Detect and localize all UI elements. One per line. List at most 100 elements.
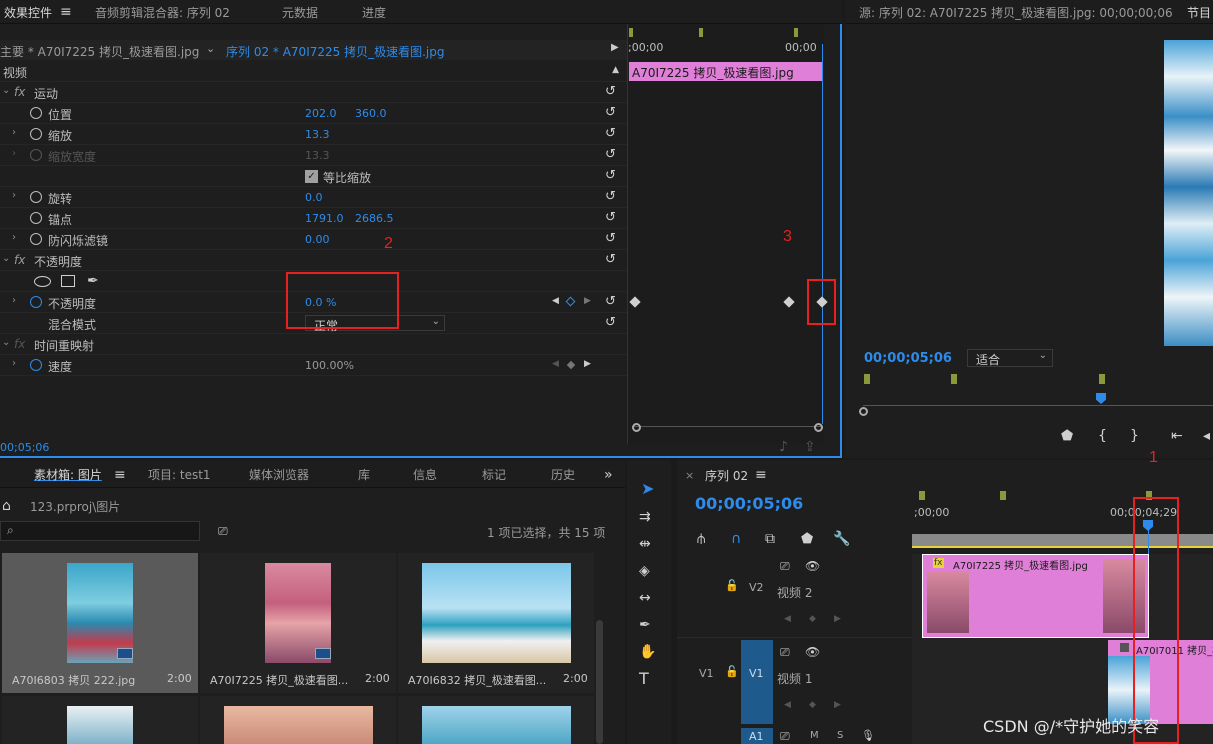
- expand-chevron-icon[interactable]: ›: [12, 232, 16, 243]
- go-to-in-icon[interactable]: ⇤: [1171, 429, 1183, 443]
- bin-item-2[interactable]: A70I7225 拷贝_极速看图... 2:00: [200, 553, 396, 693]
- bin-search-input[interactable]: ⌕: [0, 521, 200, 541]
- mark-in-icon[interactable]: {: [1098, 429, 1107, 443]
- lock-icon[interactable]: 🔓: [725, 579, 739, 593]
- track-v1-label[interactable]: V1: [749, 667, 764, 680]
- clip-bar[interactable]: A70I7225 拷贝_极速看图.jpg: [629, 62, 823, 81]
- new-search-bin-icon[interactable]: ⎚: [218, 524, 228, 538]
- razor-tool-icon[interactable]: ◈: [639, 564, 650, 578]
- reset-icon[interactable]: ↺: [605, 105, 619, 120]
- snap-magnet-icon[interactable]: ∩: [731, 532, 741, 546]
- zoom-scrollbar[interactable]: [632, 423, 823, 434]
- opacity-group-row[interactable]: ⌄ fx 不透明度 ↺: [0, 250, 627, 271]
- more-tabs-icon[interactable]: »: [604, 468, 613, 482]
- program-timecode[interactable]: 00;00;05;06: [864, 351, 952, 366]
- linked-selection-icon[interactable]: ⧉: [765, 532, 775, 546]
- keyframe-icon[interactable]: [629, 296, 641, 308]
- add-marker-icon[interactable]: ⬟: [1061, 429, 1073, 443]
- effect-timeline[interactable]: ;00;00 00;00 A70I7225 拷贝_极速看图.jpg: [627, 24, 828, 444]
- playhead-line[interactable]: [822, 44, 823, 424]
- stopwatch-icon[interactable]: [30, 191, 42, 203]
- panel-menu-icon[interactable]: ≡: [114, 468, 126, 482]
- stopwatch-icon[interactable]: [30, 212, 42, 224]
- bin-item-4[interactable]: [2, 696, 198, 744]
- mute-icon[interactable]: M: [810, 730, 819, 741]
- reset-icon[interactable]: ↺: [605, 189, 619, 204]
- keyframe-icon[interactable]: ◆: [809, 612, 816, 626]
- folder-up-icon[interactable]: ⌂: [2, 499, 11, 513]
- play-only-icon[interactable]: ▶: [611, 42, 619, 53]
- add-marker-icon[interactable]: ⬟: [801, 532, 813, 546]
- zoom-handle-right[interactable]: [814, 423, 823, 432]
- step-back-icon[interactable]: ◂: [1203, 429, 1210, 443]
- sync-lock-icon[interactable]: ⎚: [780, 645, 790, 659]
- nest-toggle-icon[interactable]: ⫛: [697, 532, 705, 546]
- prev-keyframe-icon[interactable]: ◀: [552, 296, 559, 306]
- monitor-scrub-bar[interactable]: [863, 405, 1213, 406]
- reset-icon[interactable]: ↺: [605, 210, 619, 225]
- next-keyframe-icon[interactable]: ▶: [834, 698, 841, 712]
- tab-progress[interactable]: 进度: [362, 4, 386, 21]
- pen-mask-icon[interactable]: ✒: [87, 274, 99, 288]
- marker-icon[interactable]: [794, 28, 798, 37]
- rotation-value[interactable]: 0.0: [305, 191, 323, 204]
- scroll-up-icon[interactable]: ▲: [612, 65, 619, 75]
- reset-icon[interactable]: ↺: [605, 126, 619, 141]
- anchor-x-value[interactable]: 1791.0: [305, 212, 344, 225]
- reset-icon[interactable]: ↺: [605, 231, 619, 246]
- reset-icon[interactable]: ↺: [605, 168, 619, 183]
- bin-item-1[interactable]: A70I6803 拷贝 222.jpg 2:00: [2, 553, 198, 693]
- rectangle-mask-icon[interactable]: [61, 275, 75, 287]
- tab-libraries[interactable]: 库: [358, 466, 370, 483]
- marker-icon[interactable]: [699, 28, 703, 37]
- stopwatch-icon[interactable]: [30, 128, 42, 140]
- type-tool-icon[interactable]: T: [639, 671, 649, 687]
- collapse-chevron-icon[interactable]: ⌄: [2, 85, 10, 96]
- expand-chevron-icon[interactable]: ›: [12, 190, 16, 201]
- source-monitor-title[interactable]: 源: 序列 02: A70I7225 拷贝_极速看图.jpg: 00;00;00…: [859, 4, 1173, 21]
- speed-value[interactable]: 100.00%: [305, 359, 354, 372]
- tab-audio-mixer[interactable]: 音频剪辑混合器: 序列 02: [95, 4, 230, 21]
- add-keyframe-icon[interactable]: [565, 296, 576, 307]
- collapse-chevron-icon[interactable]: ⌄: [2, 253, 10, 264]
- pen-tool-icon[interactable]: ✒: [639, 618, 651, 632]
- sequence-clip-label[interactable]: 序列 02 * A70I7225 拷贝_极速看图.jpg: [226, 43, 444, 60]
- stopwatch-icon[interactable]: [30, 107, 42, 119]
- marker-icon[interactable]: [919, 491, 925, 500]
- ellipse-mask-icon[interactable]: [34, 276, 51, 287]
- panel-menu-icon[interactable]: ≡: [60, 5, 72, 19]
- marker-icon[interactable]: [1099, 374, 1105, 384]
- tab-program[interactable]: 节目: [1187, 4, 1211, 21]
- tab-metadata[interactable]: 元数据: [282, 4, 318, 21]
- fit-dropdown[interactable]: 适合 ⌄: [967, 349, 1053, 367]
- timeline-timecode[interactable]: 00;00;05;06: [695, 494, 803, 513]
- slip-tool-icon[interactable]: ↔: [639, 591, 651, 605]
- track-a1-label[interactable]: A1: [749, 730, 764, 743]
- scrub-handle[interactable]: [859, 407, 868, 416]
- tab-history[interactable]: 历史: [551, 466, 575, 483]
- wrench-icon[interactable]: 🔧: [833, 532, 850, 546]
- source-v1-label[interactable]: V1: [699, 667, 714, 680]
- stopwatch-icon[interactable]: [30, 233, 42, 245]
- reset-icon[interactable]: ↺: [605, 252, 619, 267]
- expand-chevron-icon[interactable]: ›: [12, 295, 16, 306]
- uniform-scale-checkbox[interactable]: ✓: [305, 170, 318, 183]
- audio-icon[interactable]: ♪: [779, 440, 788, 454]
- solo-icon[interactable]: S: [837, 730, 843, 741]
- prev-keyframe-icon[interactable]: ◀: [552, 359, 559, 369]
- mic-icon[interactable]: 🎙: [861, 729, 875, 743]
- keyframe-icon[interactable]: [783, 296, 795, 308]
- tab-markers[interactable]: 标记: [482, 466, 506, 483]
- bin-item-6[interactable]: [398, 696, 594, 744]
- marker-icon[interactable]: [629, 28, 633, 37]
- keyframe-icon[interactable]: ◆: [809, 698, 816, 712]
- expand-chevron-icon[interactable]: ›: [12, 358, 16, 369]
- sync-lock-icon[interactable]: ⎚: [780, 729, 790, 743]
- tab-effect-controls[interactable]: 效果控件: [4, 4, 52, 21]
- mark-out-icon[interactable]: }: [1130, 429, 1139, 443]
- tab-bin-images[interactable]: 素材箱: 图片: [34, 466, 102, 483]
- ripple-edit-tool-icon[interactable]: ⇹: [639, 537, 651, 551]
- stopwatch-icon[interactable]: [30, 296, 42, 308]
- playhead-icon[interactable]: [1096, 393, 1106, 404]
- track-v2-label[interactable]: V2: [749, 581, 764, 594]
